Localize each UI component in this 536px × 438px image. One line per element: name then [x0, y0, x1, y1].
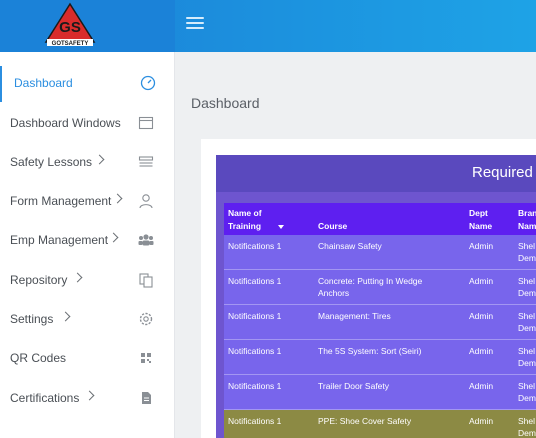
- cell-training: Notifications 1: [228, 416, 282, 426]
- cell-course: Trailer Door Safety: [318, 381, 390, 391]
- chevron-right-icon: [112, 193, 123, 204]
- cell-training: Notifications 1: [228, 381, 282, 391]
- sidebar: Dashboard Dashboard Windows Safety Lesso…: [0, 52, 175, 438]
- sidebar-item-qr-codes[interactable]: QR Codes: [0, 341, 175, 377]
- sidebar-item-label: Certifications: [10, 391, 80, 405]
- gear-icon: [139, 312, 153, 326]
- sidebar-item-label: Dashboard Windows: [10, 116, 121, 130]
- users-icon: [138, 234, 154, 246]
- sidebar-item-emp-management[interactable]: Emp Management: [0, 223, 175, 259]
- table-row-highlighted[interactable]: Notifications 1 PPE: Shoe Cover Safety A…: [224, 410, 536, 438]
- cell-branch: Shel Dem: [518, 346, 536, 368]
- cell-training: Notifications 1: [228, 276, 282, 286]
- cell-course: PPE: Shoe Cover Safety: [318, 416, 412, 426]
- required-training-table: Required T Name of Training Course Dept …: [216, 155, 536, 438]
- table-title-bar: Required T: [216, 155, 536, 192]
- table-row[interactable]: Notifications 1 Trailer Door Safety Admi…: [224, 375, 536, 410]
- sidebar-item-label: Safety Lessons: [10, 155, 93, 169]
- sidebar-item-certifications[interactable]: Certifications: [0, 381, 175, 417]
- documents-icon: [139, 273, 153, 288]
- logo-area: GS GOTSAFETY: [0, 0, 175, 52]
- column-header-branch-name[interactable]: Bran Nam: [518, 207, 536, 233]
- svg-text:GS: GS: [59, 19, 81, 36]
- cell-course: Chainsaw Safety: [318, 241, 382, 251]
- chevron-right-icon: [72, 272, 83, 283]
- sidebar-item-label: Settings: [10, 312, 54, 326]
- table-row[interactable]: Notifications 1 Chainsaw Safety Admin Sh…: [224, 235, 536, 270]
- speedometer-icon: [140, 75, 156, 91]
- cell-branch: Shel Dem: [518, 311, 536, 333]
- main-content: Dashboard Required T Name of Training Co…: [175, 52, 536, 438]
- top-bar: GS GOTSAFETY: [0, 0, 536, 52]
- cell-dept: Admin: [469, 276, 494, 286]
- cell-dept: Admin: [469, 241, 494, 251]
- cell-branch: Shel Dem: [518, 276, 536, 298]
- user-icon: [139, 194, 153, 209]
- page-title: Dashboard: [191, 95, 260, 111]
- table-title: Required T: [472, 164, 536, 181]
- cell-branch: Shel Dem: [518, 416, 536, 438]
- window-icon: [138, 116, 154, 130]
- sidebar-item-form-management[interactable]: Form Management: [0, 184, 175, 220]
- chevron-right-icon: [60, 311, 71, 322]
- sidebar-item-dashboard[interactable]: Dashboard: [0, 66, 175, 102]
- required-training-card: Required T Name of Training Course Dept …: [201, 139, 536, 438]
- sidebar-item-label: Form Management: [10, 194, 112, 208]
- cell-branch: Shel Dem: [518, 241, 536, 263]
- chevron-right-icon: [94, 154, 105, 165]
- sidebar-item-repository[interactable]: Repository: [0, 263, 175, 299]
- sidebar-item-settings[interactable]: Settings: [0, 302, 175, 338]
- column-header-label: Name of Training: [228, 208, 262, 231]
- table-row[interactable]: Notifications 1 The 5S System: Sort (Sei…: [224, 340, 536, 375]
- sidebar-item-safety-lessons[interactable]: Safety Lessons: [0, 145, 175, 181]
- table-row[interactable]: Notifications 1 Concrete: Putting In Wed…: [224, 270, 536, 305]
- column-header-course[interactable]: Course: [318, 220, 347, 233]
- table-header: Name of Training Course Dept Name Bran N…: [224, 203, 536, 235]
- cell-dept: Admin: [469, 416, 494, 426]
- gotsafety-logo[interactable]: GS GOTSAFETY: [44, 2, 96, 48]
- chevron-right-icon: [84, 390, 95, 401]
- cell-course: Management: Tires: [318, 311, 391, 321]
- menu-toggle-icon[interactable]: [186, 14, 204, 32]
- sidebar-item-dashboard-windows[interactable]: Dashboard Windows: [0, 106, 175, 142]
- certificate-icon: [142, 392, 151, 404]
- table-row[interactable]: Notifications 1 Management: Tires Admin …: [224, 305, 536, 340]
- qr-code-icon: [141, 353, 151, 363]
- cell-branch: Shel Dem: [518, 381, 536, 403]
- sidebar-item-label: Dashboard: [14, 76, 73, 90]
- sort-desc-icon[interactable]: [278, 224, 284, 229]
- layers-icon: [138, 156, 154, 167]
- sidebar-item-label: QR Codes: [10, 351, 67, 365]
- column-header-name-of-training[interactable]: Name of Training: [228, 207, 284, 233]
- sidebar-item-label: Emp Management: [10, 233, 109, 247]
- chevron-right-icon: [108, 232, 119, 243]
- cell-training: Notifications 1: [228, 241, 282, 251]
- cell-course: The 5S System: Sort (Seiri): [318, 346, 422, 356]
- cell-dept: Admin: [469, 381, 494, 391]
- column-header-dept-name[interactable]: Dept Name: [469, 207, 505, 233]
- sidebar-item-label: Repository: [10, 273, 68, 287]
- svg-text:GOTSAFETY: GOTSAFETY: [52, 41, 89, 47]
- cell-dept: Admin: [469, 346, 494, 356]
- cell-course: Concrete: Putting In Wedge Anchors: [318, 276, 423, 298]
- cell-dept: Admin: [469, 311, 494, 321]
- cell-training: Notifications 1: [228, 311, 282, 321]
- cell-training: Notifications 1: [228, 346, 282, 356]
